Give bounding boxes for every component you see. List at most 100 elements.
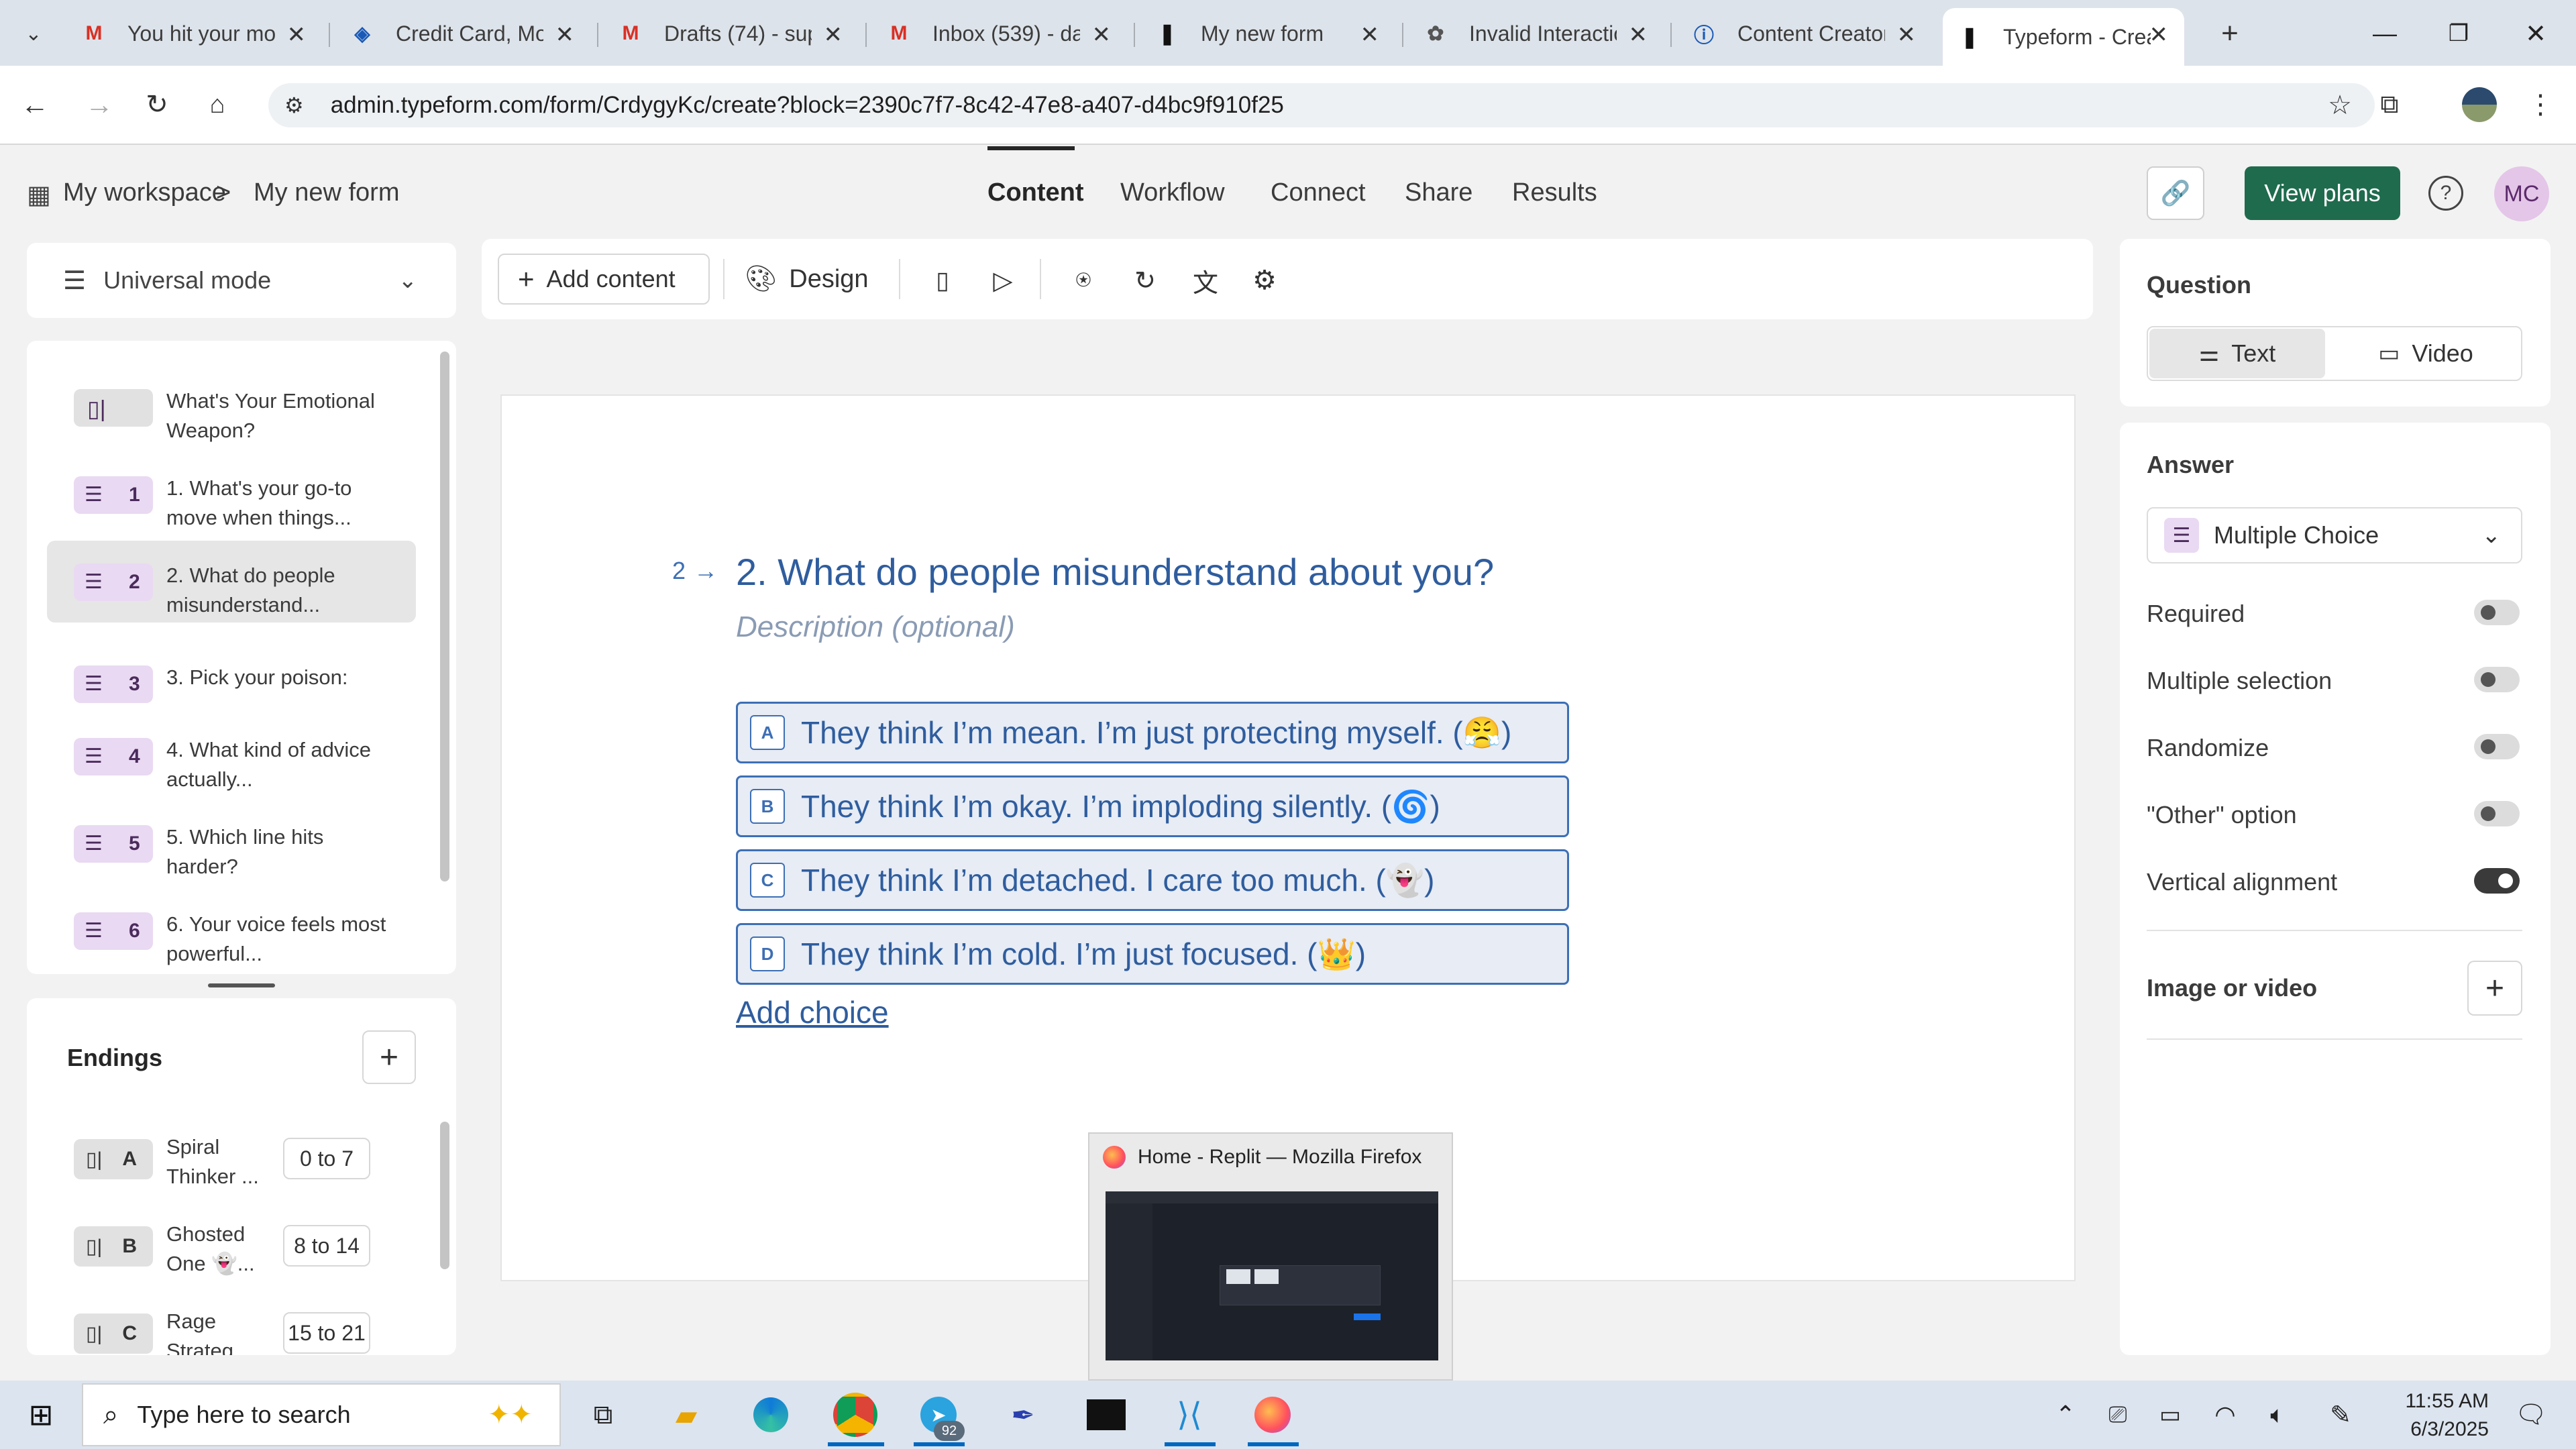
copy-link-button[interactable]: 🔗 — [2147, 166, 2204, 220]
forward-icon[interactable]: → — [80, 86, 118, 123]
tab-active[interactable]: ❚ Typeform - Creat ✕ — [1943, 8, 2184, 66]
taskbar-preview-popup[interactable]: Home - Replit — Mozilla Firefox — [1088, 1132, 1453, 1381]
text-tab[interactable]: ⚌ Text — [2149, 329, 2325, 378]
choice-d[interactable]: D They think I’m cold. I’m just focused.… — [736, 923, 1569, 985]
close-icon[interactable]: ✕ — [287, 21, 307, 48]
choice-c[interactable]: C They think I’m detached. I care too mu… — [736, 849, 1569, 911]
settings-gear-icon[interactable]: ⚙ — [1248, 262, 1281, 299]
terminal-icon[interactable] — [1084, 1393, 1128, 1437]
bookmark-star-icon[interactable]: ☆ — [2328, 90, 2352, 121]
translate-icon[interactable]: 文 — [1189, 262, 1222, 299]
tab-connect[interactable]: Connect — [1271, 178, 1366, 207]
site-info-icon[interactable]: ⚙ — [284, 93, 304, 118]
breadcrumb-form-name[interactable]: My new form — [254, 178, 399, 207]
description-input[interactable]: Description (optional) — [736, 610, 1015, 644]
other-option-toggle[interactable] — [2474, 801, 2520, 826]
profile-avatar-icon[interactable] — [2462, 87, 2497, 122]
url-field[interactable]: ⚙ admin.typeform.com/form/CrdygyKc/creat… — [268, 83, 2375, 127]
question-title-input[interactable]: 2. What do people misunderstand about yo… — [736, 550, 1494, 594]
tab-content[interactable]: Content — [987, 178, 1084, 207]
mobile-preview-icon[interactable]: ▯ — [926, 262, 959, 299]
score-range[interactable]: 0 to 7 — [283, 1138, 370, 1179]
view-plans-button[interactable]: View plans — [2245, 166, 2400, 220]
list-item[interactable]: ☰ 4 4. What kind of advice actually... — [47, 720, 416, 794]
app-feather-icon[interactable]: ✒ — [1001, 1393, 1045, 1437]
tab-6[interactable]: ✿ Invalid Interactio ✕ — [1409, 8, 1664, 59]
play-preview-icon[interactable]: ▷ — [986, 262, 1020, 299]
video-tab[interactable]: ▭ Video — [2332, 329, 2520, 378]
help-icon[interactable]: ? — [2428, 176, 2463, 211]
new-tab-button[interactable]: + — [2211, 15, 2249, 52]
battery-icon[interactable]: ▭ — [2148, 1393, 2192, 1437]
score-range[interactable]: 15 to 21 — [283, 1312, 370, 1354]
edge-icon[interactable] — [749, 1393, 793, 1437]
notifications-icon[interactable]: 🗨︎ — [2509, 1393, 2553, 1437]
panel-resize-handle[interactable] — [208, 983, 275, 987]
ending-item[interactable]: ▯| C Rage Strateg... 15 to 21 — [47, 1296, 416, 1355]
tab-5[interactable]: ❚ My new form ✕ — [1140, 8, 1395, 59]
add-media-button[interactable]: + — [2467, 961, 2522, 1016]
back-icon[interactable]: ← — [16, 86, 54, 123]
randomize-toggle[interactable] — [2474, 734, 2520, 759]
close-icon[interactable]: ✕ — [1897, 21, 1917, 48]
tab-workflow[interactable]: Workflow — [1120, 178, 1225, 207]
endings-scrollbar[interactable] — [440, 1122, 449, 1269]
extensions-icon[interactable]: ⧉ — [2371, 86, 2408, 123]
close-icon[interactable]: ✕ — [1360, 21, 1380, 48]
add-ending-button[interactable]: + — [362, 1030, 416, 1084]
close-icon[interactable]: ✕ — [1092, 21, 1112, 48]
multiple-selection-toggle[interactable] — [2474, 667, 2520, 692]
tab-share[interactable]: Share — [1405, 178, 1472, 207]
close-icon[interactable]: ✕ — [2149, 21, 2169, 48]
score-range[interactable]: 8 to 14 — [283, 1225, 370, 1267]
vertical-alignment-toggle[interactable] — [2474, 868, 2520, 894]
wifi-icon[interactable]: ◠ — [2203, 1393, 2247, 1437]
list-item[interactable]: ☰ 6 6. Your voice feels most powerful... — [47, 895, 416, 969]
avatar[interactable]: MC — [2494, 166, 2549, 221]
add-content-button[interactable]: + Add content — [498, 254, 710, 305]
reload-icon[interactable]: ↻ — [138, 86, 176, 123]
close-icon[interactable]: ✕ — [824, 21, 843, 48]
windows-start-icon[interactable]: ⊞ — [19, 1393, 63, 1437]
close-icon[interactable]: ✕ — [1629, 21, 1648, 48]
tab-search-button[interactable]: ⌄ — [15, 15, 52, 52]
close-window-button[interactable]: ✕ — [2512, 13, 2559, 54]
browser-menu-icon[interactable]: ⋮ — [2524, 86, 2557, 123]
minimize-button[interactable]: — — [2361, 13, 2408, 54]
close-icon[interactable]: ✕ — [555, 21, 575, 48]
required-toggle[interactable] — [2474, 600, 2520, 625]
tab-2[interactable]: ◈ Credit Card, Mo ✕ — [335, 8, 590, 59]
add-choice-link[interactable]: Add choice — [736, 994, 889, 1030]
choice-a[interactable]: A They think I’m mean. I’m just protecti… — [736, 702, 1569, 763]
tab-results[interactable]: Results — [1512, 178, 1597, 207]
task-view-icon[interactable]: ⧉ — [581, 1393, 625, 1437]
meet-now-icon[interactable]: ⎚ — [2096, 1393, 2140, 1437]
list-item-selected[interactable]: ☰ 2 2. What do people misunderstand... — [47, 546, 416, 620]
file-explorer-icon[interactable]: ▰ — [664, 1393, 708, 1437]
list-item[interactable]: ☰ 3 3. Pick your poison: — [47, 648, 416, 722]
accessibility-icon[interactable]: ⍟ — [1067, 262, 1100, 299]
tab-4[interactable]: M Inbox (539) - dat ✕ — [872, 8, 1127, 59]
volume-icon[interactable]: 🔈︎ — [2255, 1393, 2300, 1437]
tab-3[interactable]: M Drafts (74) - sup ✕ — [604, 8, 859, 59]
breadcrumb-workspace[interactable]: My workspace — [63, 178, 226, 207]
choice-b[interactable]: B They think I’m okay. I’m imploding sil… — [736, 775, 1569, 837]
tab-1[interactable]: M You hit your mo ✕ — [67, 8, 322, 59]
ending-item[interactable]: ▯| A Spiral Thinker ... 0 to 7 — [47, 1122, 416, 1202]
firefox-icon[interactable] — [1250, 1393, 1295, 1437]
workspace-grid-icon[interactable]: ▦ — [27, 181, 54, 209]
show-hidden-icons[interactable]: ⌃ — [2043, 1393, 2088, 1437]
preview-thumbnail[interactable] — [1106, 1191, 1438, 1360]
answer-type-dropdown[interactable]: ☰ Multiple Choice ⌄ — [2147, 507, 2522, 564]
universal-mode-dropdown[interactable]: ☰ Universal mode ⌄ — [27, 243, 456, 318]
list-item[interactable]: ☰ 1 1. What's your go-to move when things… — [47, 459, 416, 533]
questions-scrollbar[interactable] — [440, 352, 449, 881]
restore-button[interactable]: ❐ — [2435, 13, 2482, 54]
pen-icon[interactable]: ✎ — [2318, 1393, 2363, 1437]
design-button[interactable]: 🎨︎ Design — [745, 254, 885, 305]
clock[interactable]: 11:55 AM 6/3/2025 — [2388, 1387, 2489, 1444]
taskbar-search-box[interactable]: ⌕ Type here to search ✦✦ — [82, 1383, 561, 1446]
list-item[interactable]: ☰ 5 5. Which line hits harder? — [47, 808, 416, 881]
home-icon[interactable]: ⌂ — [199, 86, 236, 123]
list-item[interactable]: ▯| What's Your Emotional Weapon? — [47, 372, 416, 445]
